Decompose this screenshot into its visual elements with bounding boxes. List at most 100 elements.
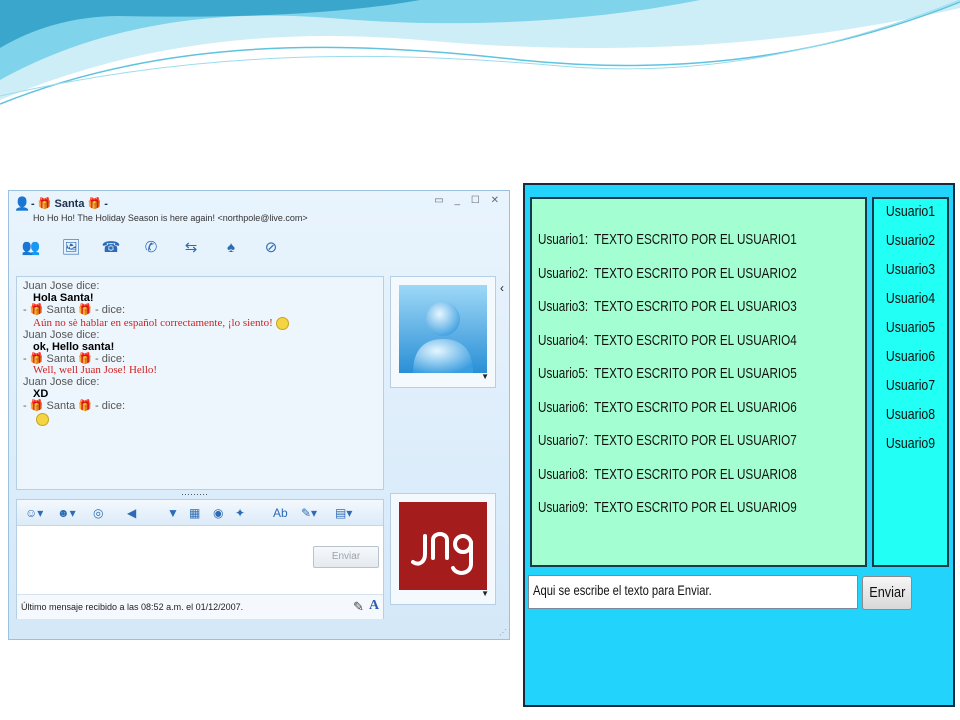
compose-toolbar: ☺▾ ☻▾ ◎ ◀ ▼ ▦ ◉ ✦ Ab ✎▾ ▤▾ (17, 500, 383, 526)
compose-area: ☺▾ ☻▾ ◎ ◀ ▼ ▦ ◉ ✦ Ab ✎▾ ▤▾ Enviar Último… (16, 499, 384, 619)
chat-app-window: Usuario1: TEXTO ESCRITO POR EL USUARIO1 Us… (523, 183, 955, 707)
block-icon[interactable]: ⊘ (259, 237, 283, 259)
handwriting-icon[interactable]: ✎ (353, 599, 364, 615)
main-toolbar: 👥 🖼 ☎ ✆ ⇆ ♠ ⊘ (9, 233, 509, 263)
voice-clip-icon[interactable]: ◀ (127, 504, 136, 522)
calendar-icon[interactable]: ▦ (189, 504, 200, 522)
sad-emoticon-icon (275, 316, 289, 330)
message-text: TEXTO ESCRITO POR EL USUARIO3 (594, 298, 797, 315)
contact-display-picture[interactable]: ▼ (390, 276, 496, 388)
user-list-item[interactable]: Usuario9 (881, 435, 941, 452)
gift-icon: 🎁 (87, 198, 102, 210)
color-icon[interactable]: ✎▾ (301, 504, 317, 522)
messenger-window: 👤 - 🎁 Santa 🎁 - Ho Ho Ho! The Holiday Se… (8, 190, 510, 640)
smile-emoticon-icon (36, 413, 49, 427)
message-text: TEXTO ESCRITO POR EL USUARIO5 (594, 365, 797, 382)
sender-suffix: - dice: (92, 352, 126, 365)
phone-call-icon[interactable]: ✆ (139, 237, 163, 259)
sender-name: Santa (43, 400, 79, 413)
message-text: TEXTO ESCRITO POR EL USUARIO4 (594, 331, 797, 349)
chevron-down-icon[interactable]: ▼ (481, 589, 489, 598)
share-files-icon[interactable]: 🖼 (59, 237, 83, 259)
message-text: Aún no sè hablar en español correctament… (23, 316, 377, 330)
user-list-item[interactable]: Usuario3 (881, 261, 941, 278)
resize-grip-icon[interactable]: ⋰ (499, 628, 507, 637)
disc-icon[interactable]: ◉ (213, 504, 223, 522)
splitter-handle[interactable]: ········· (181, 489, 208, 499)
gift-icon: 🎁 (78, 352, 92, 365)
last-message-status: Último mensaje recibido a las 08:52 a.m.… (21, 602, 244, 612)
activities-icon[interactable]: ⇆ (179, 237, 203, 259)
chevron-down-icon[interactable]: ▼ (481, 372, 489, 381)
title-prefix: - (31, 198, 38, 210)
gift-icon: 🎁 (37, 198, 52, 210)
user-list-item[interactable]: Usuario8 (881, 406, 941, 423)
user-list-item[interactable]: Usuario6 (881, 348, 941, 365)
user-list-item[interactable]: Usuario7 (881, 377, 941, 394)
message-sender: - 🎁 Santa 🎁 - dice: (23, 303, 377, 317)
message-user: Usuario9: (538, 499, 589, 516)
user-list-item[interactable]: Usuario5 (881, 319, 941, 336)
message-user: Usuario2: (538, 264, 589, 282)
add-contact-icon[interactable]: 👥 (19, 237, 43, 259)
spell-icon[interactable]: Ab (273, 504, 288, 522)
messages-panel: Usuario1: TEXTO ESCRITO POR EL USUARIO1 Us… (530, 197, 867, 567)
collapse-pane-icon[interactable]: ‹ (500, 281, 504, 295)
sender-prefix: - (23, 352, 30, 365)
video-call-icon[interactable]: ☎ (99, 237, 123, 259)
message-row: Usuario6: TEXTO ESCRITO POR EL USUARIO6 (538, 399, 797, 416)
gift-icon: 🎁 (29, 352, 44, 365)
slide: 👤 - 🎁 Santa 🎁 - Ho Ho Ho! The Holiday Se… (0, 0, 960, 720)
message-text: TEXTO ESCRITO POR EL USUARIO7 (594, 432, 797, 449)
message-user: Usuario6: (538, 398, 589, 416)
message-text (23, 413, 377, 427)
message-row: Usuario7: TEXTO ESCRITO POR EL USUARIO7 (538, 432, 797, 449)
message-text: TEXTO ESCRITO POR EL USUARIO6 (594, 398, 797, 416)
gift-icon: 🎁 (29, 303, 44, 316)
user-list-item[interactable]: Usuario1 (881, 203, 941, 220)
gift-icon: 🎁 (78, 303, 92, 316)
users-panel: Usuario1 Usuario2 Usuario3 Usuario4 Usuario5… (872, 197, 949, 567)
user-list-item[interactable]: Usuario4 (881, 290, 941, 307)
emoticon-icon[interactable]: ☺▾ (25, 504, 43, 522)
message-sender: - 🎁 Santa 🎁 - dice: (23, 400, 377, 413)
send-button[interactable]: Enviar (862, 576, 912, 610)
send-button-label: Enviar (868, 584, 906, 601)
sender-name: Santa (43, 352, 79, 365)
message-row: Usuario4: TEXTO ESCRITO POR EL USUARIO4 (538, 332, 797, 349)
font-icon[interactable]: A (369, 598, 379, 614)
paint-icon[interactable]: ✦ (235, 504, 245, 522)
default-avatar-icon (399, 285, 487, 373)
message-user: Usuario3: (538, 298, 589, 315)
message-sender: Juan Jose dice: (23, 328, 100, 341)
games-icon[interactable]: ♠ (219, 237, 243, 259)
more-icon[interactable]: ▤▾ (335, 504, 352, 522)
title-bar: 👤 - 🎁 Santa 🎁 - Ho Ho Ho! The Holiday Se… (9, 191, 509, 225)
window-controls[interactable]: ▭ _ ☐ ✕ (434, 195, 503, 206)
message-user: Usuario5: (538, 365, 589, 382)
title-suffix: - (101, 198, 108, 210)
message-input[interactable]: Aqui se escribe el texto para Enviar. (528, 575, 858, 609)
message-row: Usuario8: TEXTO ESCRITO POR EL USUARIO8 (538, 466, 797, 483)
nudge-icon[interactable]: ◎ (93, 504, 103, 522)
wink-icon[interactable]: ☻▾ (57, 504, 76, 522)
message-user: Usuario4: (538, 331, 589, 349)
sender-suffix: - dice: (92, 303, 126, 316)
message-row: Usuario2: TEXTO ESCRITO POR EL USUARIO2 (538, 265, 797, 282)
message-user: Usuario1: (538, 231, 589, 248)
user-list-item[interactable]: Usuario2 (881, 232, 941, 249)
message-user: Usuario7: (538, 432, 589, 449)
background-icon[interactable]: ▼ (167, 504, 179, 522)
message-row: Usuario3: TEXTO ESCRITO POR EL USUARIO3 (538, 298, 797, 315)
message-text: TEXTO ESCRITO POR EL USUARIO1 (594, 231, 797, 248)
contact-status-icon: 👤 (14, 196, 31, 211)
message-text: TEXTO ESCRITO POR EL USUARIO9 (594, 499, 797, 516)
window-title: - 🎁 Santa 🎁 - (31, 197, 108, 210)
send-button[interactable]: Enviar (313, 546, 379, 568)
sender-prefix: - (23, 400, 30, 413)
conversation-log: Juan Jose dice: Hola Santa! - 🎁 Santa 🎁 - … (16, 276, 384, 490)
contact-name: Santa (54, 198, 85, 210)
own-display-picture[interactable]: ▼ (390, 493, 496, 605)
message-row: Usuario1: TEXTO ESCRITO POR EL USUARIO1 (538, 231, 797, 248)
jng-logo-picture (399, 502, 487, 590)
